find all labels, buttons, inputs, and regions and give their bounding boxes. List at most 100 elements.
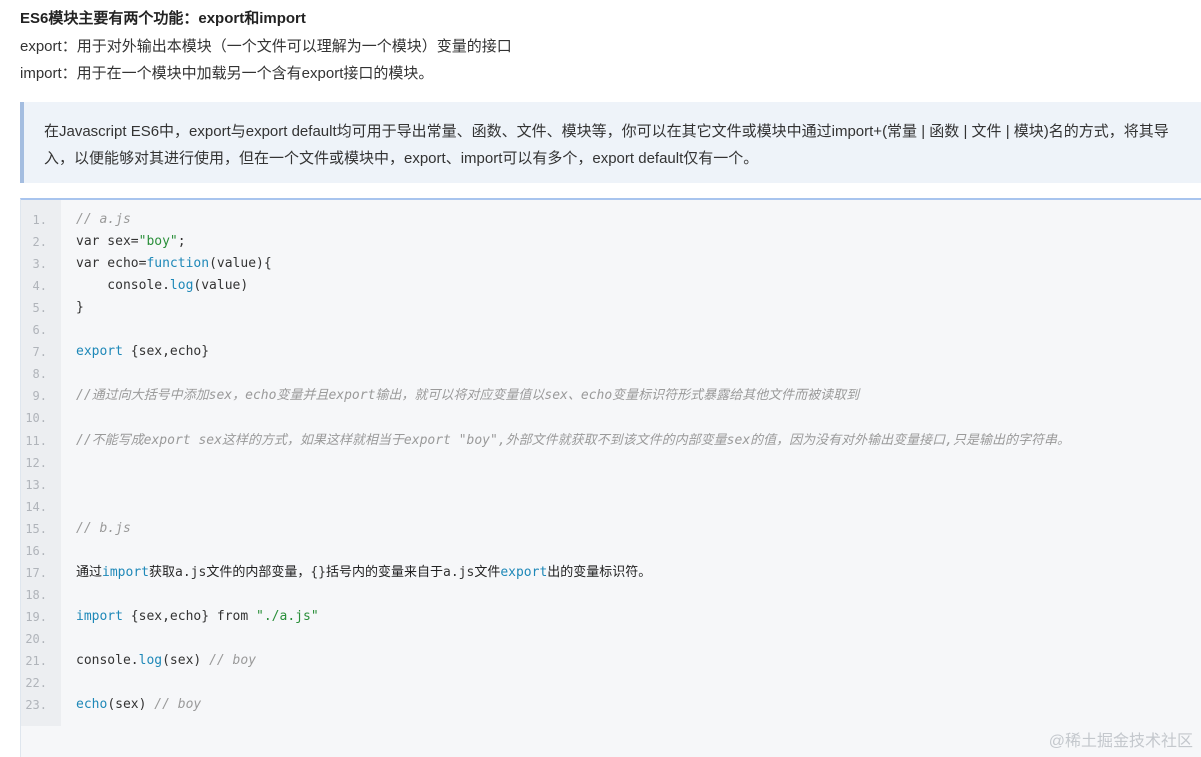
code-text: //通过向大括号中添加sex，echo变量并且export输出，就可以将对应变量… [76, 385, 859, 407]
code-token: //通过向大括号中添加sex，echo变量并且export输出，就可以将对应变量… [76, 388, 860, 404]
line-number: 15. [25, 521, 47, 536]
code-line: 9. //通过向大括号中添加sex，echo变量并且export输出，就可以将对应… [21, 385, 1201, 407]
line-number: 23. [25, 698, 47, 713]
code-token: (value){ [209, 256, 272, 272]
line-number: 6. [32, 323, 47, 338]
code-token: ; [177, 234, 186, 250]
code-line: 10. [21, 407, 1201, 429]
line-number: 10. [25, 411, 47, 426]
code-token: // a.js [76, 212, 131, 227]
code-token: {sex,echo} from [122, 608, 257, 624]
code-line: 2. var sex="boy"; [21, 231, 1201, 253]
blockquote: 在Javascript ES6中，export与export default均可… [20, 102, 1201, 183]
line-number: 21. [25, 654, 47, 668]
article-page: ES6模块主要有两个功能：export和import export：用于对外输出… [0, 0, 1201, 757]
code-token: // boy [154, 697, 202, 713]
code-token: import [102, 564, 149, 580]
line-number: 13. [25, 477, 47, 492]
code-token: 出的变量标识符。 [547, 564, 652, 580]
code-token: a.js [175, 564, 207, 580]
code-token: (sex) [107, 697, 155, 713]
code-token: var echo= [76, 256, 147, 272]
code-text: var sex="boy"; [76, 231, 186, 253]
line-number: 5. [32, 301, 47, 316]
section-heading: ES6模块主要有两个功能：export和import [20, 10, 306, 27]
code-token: 获取 [148, 564, 175, 580]
line-number: 22. [25, 676, 47, 691]
code-token: console. [76, 278, 170, 294]
code-text: //不能写成export sex这样的方式，如果这样就相当于export "bo… [76, 430, 1070, 452]
line-number: 14. [25, 499, 47, 514]
code-token: function [146, 256, 210, 272]
code-token: {} [310, 564, 326, 580]
line-number: 20. [25, 631, 47, 646]
code-text: import {sex,echo} from "./a.js" [76, 606, 319, 628]
line-number: 11. [25, 433, 47, 448]
code-token: (sex) [162, 653, 210, 668]
code-token: export [76, 344, 123, 360]
line-number: 16. [25, 543, 47, 558]
code-token: log [138, 653, 163, 668]
code-token: 括号内的变量来自于 [325, 564, 443, 580]
code-line: 16. [21, 540, 1201, 562]
code-line: 18. [21, 584, 1201, 606]
code-token: 文件 [474, 564, 501, 580]
code-token: export [500, 564, 548, 580]
code-text: echo(sex) // boy [76, 694, 201, 716]
code-token: echo [76, 697, 108, 713]
line-number: 19. [25, 609, 47, 624]
code-text: } [76, 297, 84, 319]
code-line: 21. console.log(sex) // boy [21, 650, 1201, 672]
code-line: 15. // b.js [21, 518, 1201, 540]
code-token: "boy" [138, 234, 178, 250]
code-token: import [76, 608, 123, 624]
line-number: 1. [32, 213, 47, 227]
code-text: console.log(value) [76, 275, 248, 297]
line-number: 8. [32, 367, 47, 382]
watermark: @稀土掘金技术社区 [1048, 733, 1193, 750]
code-token: var sex= [76, 234, 139, 250]
code-block[interactable]: 1. // a.js 2. var sex="boy"; 3. var echo=func… [20, 198, 1201, 757]
code-text: export {sex,echo} [76, 341, 209, 363]
code-line: 22. [21, 672, 1201, 694]
line-number: 17. [25, 565, 47, 580]
code-line: 14. [21, 496, 1201, 518]
line-number: 9. [32, 389, 47, 404]
code-line: 11. //不能写成export sex这样的方式，如果这样就相当于export … [21, 430, 1201, 452]
code-text: // b.js [76, 518, 131, 540]
line-number: 7. [32, 345, 47, 360]
line-number: 12. [25, 455, 47, 470]
code-token: //不能写成export sex这样的方式，如果这样就相当于export "bo… [76, 432, 1070, 448]
code-token: console. [76, 653, 139, 668]
code-text: console.log(sex) // boy [76, 650, 256, 672]
paragraph-export: export：用于对外输出本模块（一个文件可以理解为一个模块）变量的接口 [20, 38, 512, 55]
code-token: log [169, 278, 194, 294]
code-line: 3. var echo=function(value){ [21, 253, 1201, 275]
code-token: "./a.js" [256, 608, 319, 624]
code-token: (value) [193, 278, 249, 294]
line-number: 18. [25, 587, 47, 602]
code-text: var echo=function(value){ [76, 253, 272, 275]
code-token: {sex,echo} [122, 344, 210, 360]
code-line: 5.} [21, 297, 1201, 319]
code-token: 通过 [76, 564, 103, 580]
code-line: 23. echo(sex) // boy [21, 694, 1201, 716]
code-line: 12. [21, 452, 1201, 474]
code-line: 1. // a.js [21, 209, 1201, 231]
code-line: 4. console.log(value) [21, 275, 1201, 297]
code-line: 7. export {sex,echo} [21, 341, 1201, 363]
code-line: 6. [21, 319, 1201, 341]
code-line: 8. [21, 363, 1201, 385]
line-number: 2. [32, 235, 47, 250]
line-number: 4. [32, 279, 47, 294]
code-line: 20. [21, 628, 1201, 650]
line-number: 3. [32, 257, 47, 272]
code-line: 17. 通过import获取a.js文件的内部变量，{}括号内的变量来自于a.js… [21, 562, 1201, 584]
code-token: // b.js [76, 520, 131, 536]
code-token: } [76, 300, 84, 316]
code-token: // boy [209, 653, 257, 668]
code-line: 19. import {sex,echo} from "./a.js" [21, 606, 1201, 628]
code-line: 13. [21, 474, 1201, 496]
code-text: // a.js [76, 209, 131, 231]
code-text: 通过import获取a.js文件的内部变量，{}括号内的变量来自于a.js文件e… [76, 562, 651, 584]
